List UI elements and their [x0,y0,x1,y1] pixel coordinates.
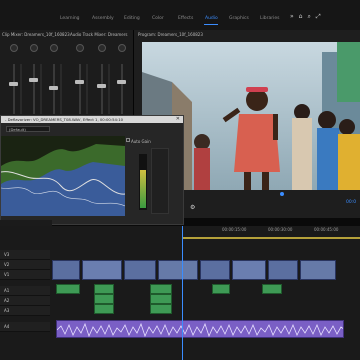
volume-fader[interactable] [29,78,38,82]
ruler-tick: 00:00:45:00 [314,227,339,232]
track-header-a4[interactable]: A4 [0,322,50,332]
output-meter [151,148,169,214]
volume-fader[interactable] [9,82,18,86]
tab-audio[interactable]: Audio [205,16,218,21]
tab-learning[interactable]: Learning [60,16,80,21]
tab-graphics[interactable]: Graphics [229,16,249,21]
track-label: A2 [4,298,10,303]
level-meter-fill [140,170,146,208]
track-label: V3 [4,252,10,257]
workspace-bar: Learning Assembly Editing Color Effects … [0,0,360,30]
music-clip[interactable] [56,320,344,338]
fader-track [13,64,15,114]
settings-icon[interactable]: ⚙ [190,204,195,211]
fader-track [79,64,81,114]
tab-effects[interactable]: Effects [178,16,193,21]
audio-mixer-panel: Clip Mixer: Dreamers_10f_160823 Audio Tr… [0,30,134,120]
pan-knob[interactable] [76,44,84,52]
pan-knob[interactable] [30,44,38,52]
audio-meter [108,64,110,114]
video-clip[interactable] [82,260,122,280]
tab-color[interactable]: Color [152,16,164,21]
audio-meter [40,64,42,114]
spectrum-graph[interactable] [1,136,125,216]
chevron-right-icon[interactable]: » [290,13,299,20]
effect-window: - Deflavorizer: VO_DREAMERS_T08.WAV, Eff… [0,115,184,225]
ruler-tick: 00:00:15:00 [222,227,247,232]
expand-icon[interactable]: ⤢ [316,13,326,20]
workspace-icons[interactable]: »⌂⌕⤢ [290,13,326,21]
tab-assembly[interactable]: Assembly [92,16,114,21]
track-header-a1[interactable]: A1 [0,286,50,296]
audio-clip[interactable] [150,304,172,314]
preset-value: (Default) [9,127,26,132]
audio-clip[interactable] [94,284,114,294]
volume-fader[interactable] [49,86,58,90]
video-clip[interactable] [300,260,336,280]
progress-dot[interactable] [280,192,284,196]
work-area-bar[interactable] [182,237,360,239]
volume-fader[interactable] [75,80,84,84]
pan-knob[interactable] [50,44,58,52]
effect-title: - Deflavorizer: VO_DREAMERS_T08.WAV, Eff… [5,117,124,122]
ruler-tick: 00:00:30:00 [268,227,293,232]
auto-gain-checkbox[interactable] [126,138,130,142]
audio-meter [86,64,88,114]
waveform [57,322,343,337]
track-header-v3[interactable]: V3 [0,250,50,260]
active-tab-underline [204,24,218,25]
video-clip[interactable] [124,260,156,280]
track-label: A1 [4,288,10,293]
clip-mixer-title[interactable]: Clip Mixer: Dreamers_10f_160823 [2,32,70,37]
tab-editing[interactable]: Editing [124,16,140,21]
audio-meter [60,64,62,114]
audio-meter [20,64,22,114]
audio-clip[interactable] [262,284,282,294]
track-header-v1[interactable]: V1 [0,270,50,280]
pan-knob[interactable] [98,44,106,52]
pan-knob[interactable] [10,44,18,52]
track-header-a2[interactable]: A2 [0,296,50,306]
track-mixer-title[interactable]: Audio Track Mixer: Dreamers [70,32,127,37]
track-header-a3[interactable]: A3 [0,306,50,316]
audio-clip[interactable] [150,294,172,304]
track-header-v2[interactable]: V2 [0,260,50,270]
video-clip[interactable] [200,260,230,280]
preset-dropdown[interactable]: (Default) [6,126,50,132]
fader-track [121,64,123,114]
volume-fader[interactable] [97,84,106,88]
search-icon[interactable]: ⌕ [307,13,315,20]
track-label: V2 [4,262,10,267]
audio-clip[interactable] [150,284,172,294]
audio-clip[interactable] [94,304,114,314]
video-clip[interactable] [52,260,80,280]
auto-gain-label: Auto Gain [131,139,151,144]
audio-clip[interactable] [212,284,230,294]
track-label: A4 [4,324,10,329]
pan-knob[interactable] [118,44,126,52]
program-monitor-title[interactable]: Program: Dreamers_10f_160823 [138,32,203,37]
fader-track [101,64,103,114]
track-label: V1 [4,272,10,277]
timeline-panel: 00:00:15:00 00:00:30:00 00:00:45:00 V3 V… [0,226,360,360]
spectrum-svg [1,136,125,216]
track-label: A3 [4,308,10,313]
fader-track [33,64,35,114]
playhead[interactable] [182,226,183,360]
close-icon[interactable]: ✕ [176,116,180,122]
audio-clip[interactable] [56,284,80,294]
video-clip[interactable] [158,260,198,280]
level-meter [139,154,147,210]
video-clip[interactable] [268,260,298,280]
audio-clip[interactable] [94,294,114,304]
video-clip[interactable] [232,260,266,280]
tab-libraries[interactable]: Libraries [260,16,279,21]
effect-titlebar[interactable]: - Deflavorizer: VO_DREAMERS_T08.WAV, Eff… [1,116,183,123]
volume-fader[interactable] [117,80,126,84]
